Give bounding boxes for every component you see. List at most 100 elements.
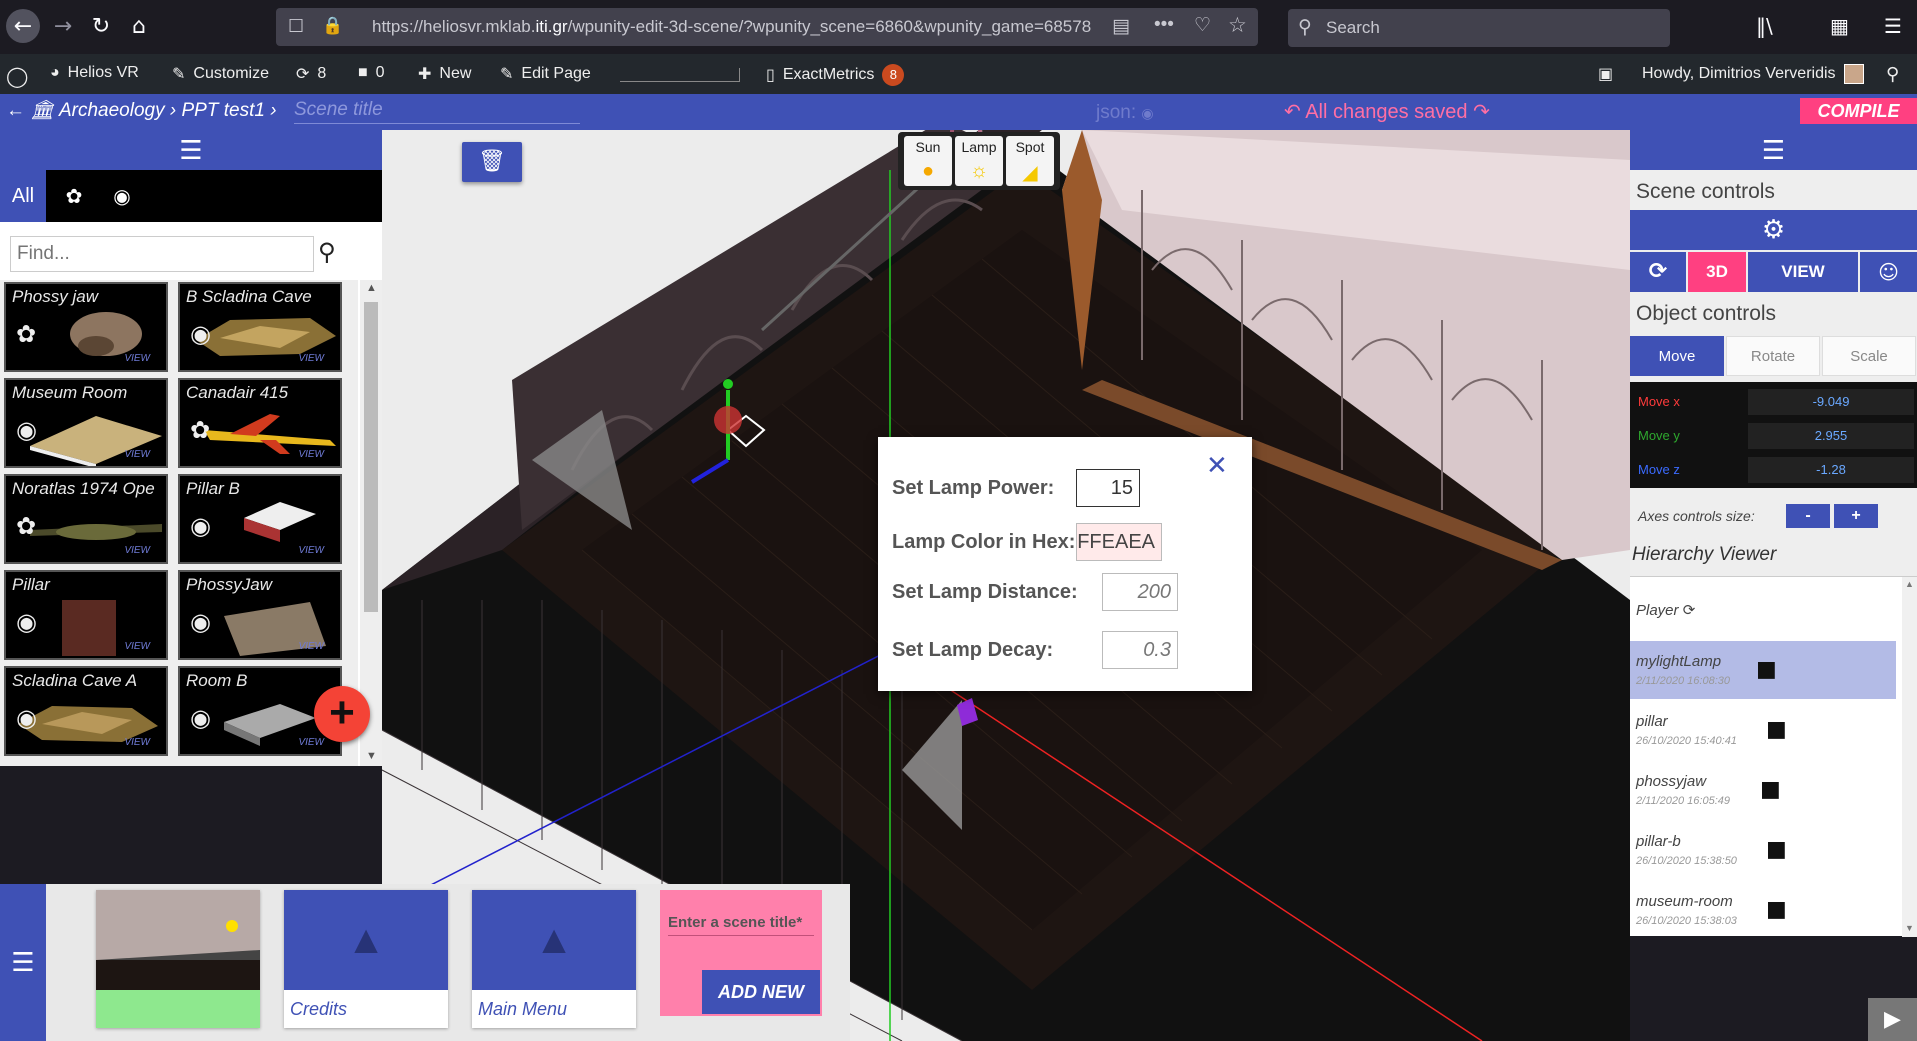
reload-button[interactable]: ↻	[84, 9, 118, 43]
customize-link[interactable]: ✎ Customize	[172, 64, 269, 84]
asset-view-link[interactable]: VIEW	[298, 353, 324, 364]
asset-tile[interactable]: Pillar B ◉ VIEW	[178, 474, 342, 564]
forward-button[interactable]: →	[46, 9, 80, 43]
redo-icon[interactable]: ↷	[1473, 101, 1490, 123]
asset-view-link[interactable]: VIEW	[124, 449, 150, 460]
scene-card-main-menu[interactable]: ▲ Main Menu	[472, 890, 636, 1028]
reset-view-icon[interactable]: ⟳	[1630, 252, 1686, 292]
asset-view-link[interactable]: VIEW	[124, 737, 150, 748]
scrollbar-thumb[interactable]	[364, 302, 378, 612]
scene-title-input[interactable]	[294, 96, 580, 124]
scroll-up-icon[interactable]: ▲	[366, 282, 377, 294]
compile-button[interactable]: COMPILE	[1800, 98, 1917, 124]
asset-tile[interactable]: PhossyJaw ◉ VIEW	[178, 570, 342, 660]
axes-decrease-button[interactable]: -	[1786, 504, 1830, 528]
library-icon[interactable]: ‖\	[1756, 14, 1773, 38]
tab-scale[interactable]: Scale	[1822, 336, 1916, 376]
tracking-shield-icon[interactable]: ☐	[288, 16, 304, 37]
scenes-menu-button[interactable]: ☰	[0, 884, 46, 1041]
lamp-distance-input[interactable]	[1102, 573, 1178, 611]
wordpress-logo-icon[interactable]: ◯	[6, 64, 28, 89]
scene-card-credits[interactable]: ▲ Credits	[284, 890, 448, 1028]
asset-tile[interactable]: Museum Room ◉ VIEW	[4, 378, 168, 468]
sidebar-icon[interactable]: ▦	[1830, 14, 1849, 38]
lamp-power-input[interactable]	[1076, 469, 1140, 507]
add-asset-button[interactable]: +	[314, 686, 370, 742]
browser-search-box[interactable]: ⚲ Search	[1288, 9, 1670, 47]
undo-icon[interactable]: ↶	[1284, 101, 1301, 123]
asset-tile[interactable]: Phossy jaw ✿ VIEW	[4, 282, 168, 372]
trash-icon[interactable]: ■	[1766, 717, 1787, 742]
trash-icon[interactable]: ■	[1756, 657, 1777, 682]
asset-tile[interactable]: B Scladina Cave ◉ VIEW	[178, 282, 342, 372]
notification-icon[interactable]: ▣	[1598, 64, 1613, 84]
move-x-value[interactable]: -9.049	[1748, 389, 1914, 415]
new-content-link[interactable]: ✚ New	[418, 64, 471, 84]
asset-tile[interactable]: Canadair 415 ✿ VIEW	[178, 378, 342, 468]
asset-tile[interactable]: Scladina Cave A ◉ VIEW	[4, 666, 168, 756]
view-toggle-button[interactable]: VIEW	[1748, 252, 1858, 292]
hierarchy-item[interactable]: pillar-b 26/10/2020 15:38:50 ■	[1630, 821, 1900, 879]
menu-icon[interactable]: ☰	[1884, 14, 1902, 38]
hierarchy-scrollbar[interactable]: ▲ ▼	[1902, 577, 1917, 937]
asset-view-link[interactable]: VIEW	[298, 641, 324, 652]
delete-object-button[interactable]: 🗑	[462, 142, 522, 182]
add-spot-button[interactable]: Spot ◢	[1006, 136, 1054, 186]
tab-all[interactable]: All	[0, 170, 46, 222]
reader-view-icon[interactable]: ▤	[1112, 15, 1130, 37]
back-button[interactable]: ←	[6, 9, 40, 43]
home-icon[interactable]: ⌂	[122, 9, 156, 43]
site-name-link[interactable]: ◕ Helios VR	[50, 64, 139, 82]
json-toggle[interactable]: json: ◉	[1096, 102, 1154, 124]
user-account-link[interactable]: Howdy, Dimitrios Ververidis	[1642, 64, 1864, 84]
scroll-down-icon[interactable]: ▼	[1905, 923, 1914, 933]
play-button[interactable]: ▶	[1868, 998, 1917, 1041]
asset-view-link[interactable]: VIEW	[298, 737, 324, 748]
gear-icon[interactable]: ⚙	[1630, 210, 1917, 250]
asset-tile[interactable]: Pillar ◉ VIEW	[4, 570, 168, 660]
lamp-color-input[interactable]	[1076, 523, 1162, 561]
edit-page-link[interactable]: ✎ Edit Page	[500, 64, 591, 84]
url-bar[interactable]: ☐ 🔒 https://heliosvr.mklab.iti.gr/wpunit…	[276, 8, 1258, 46]
bookmark-star-icon[interactable]: ☆	[1228, 13, 1247, 37]
person-icon[interactable]: ☺	[1860, 252, 1917, 292]
hierarchy-item[interactable]: phossyjaw 2/11/2020 16:05:49 ■	[1630, 761, 1900, 819]
controls-menu-button[interactable]: ☰	[1630, 130, 1917, 170]
hierarchy-item[interactable]: museum-room 26/10/2020 15:38:03 ■	[1630, 881, 1900, 939]
asset-search-input[interactable]	[10, 236, 314, 272]
asset-view-link[interactable]: VIEW	[298, 545, 324, 556]
library-scrollbar[interactable]: ▲ ▼	[360, 280, 382, 766]
comments-link[interactable]: ■ 0	[358, 64, 385, 82]
tab-move[interactable]: Move	[1630, 336, 1724, 376]
asset-view-link[interactable]: VIEW	[124, 353, 150, 364]
move-y-value[interactable]: 2.955	[1748, 423, 1914, 449]
trash-icon[interactable]: ■	[1766, 837, 1787, 862]
breadcrumb-scene[interactable]: PPT test1	[182, 100, 265, 121]
asset-view-link[interactable]: VIEW	[124, 641, 150, 652]
scene-card-current[interactable]	[96, 890, 260, 1028]
scroll-up-icon[interactable]: ▲	[1905, 579, 1914, 589]
url-text[interactable]: https://heliosvr.mklab.iti.gr/wpunity-ed…	[372, 17, 1100, 37]
exactmetrics-link[interactable]: ▯ ExactMetrics 8	[766, 64, 905, 86]
library-menu-button[interactable]: ☰	[0, 130, 382, 170]
admin-search-icon[interactable]: ⚲	[1886, 64, 1899, 85]
new-scene-title-input[interactable]	[668, 910, 814, 936]
lock-icon[interactable]: 🔒	[322, 16, 343, 36]
search-icon[interactable]: ⚲	[318, 238, 336, 266]
breadcrumb-project[interactable]: Archaeology	[59, 100, 165, 121]
asset-tile[interactable]: Noratlas 1974 Ope ✿ VIEW	[4, 474, 168, 564]
scroll-down-icon[interactable]: ▼	[366, 750, 377, 762]
add-lamp-button[interactable]: Lamp ☼	[955, 136, 1003, 186]
view-3d-button[interactable]: 3D	[1688, 252, 1746, 292]
back-arrow-icon[interactable]: ←	[6, 100, 25, 121]
tab-rotate[interactable]: Rotate	[1726, 336, 1820, 376]
asset-view-link[interactable]: VIEW	[298, 449, 324, 460]
move-z-value[interactable]: -1.28	[1748, 457, 1914, 483]
add-new-scene-button[interactable]: ADD NEW	[702, 970, 820, 1014]
trash-icon[interactable]: ■	[1766, 897, 1787, 922]
more-actions-icon[interactable]: •••	[1154, 14, 1174, 36]
paw-icon[interactable]: ✿	[52, 170, 96, 222]
pin-icon[interactable]: ◉	[100, 170, 144, 222]
updates-link[interactable]: ⟳ 8	[296, 64, 326, 84]
axes-increase-button[interactable]: +	[1834, 504, 1878, 528]
